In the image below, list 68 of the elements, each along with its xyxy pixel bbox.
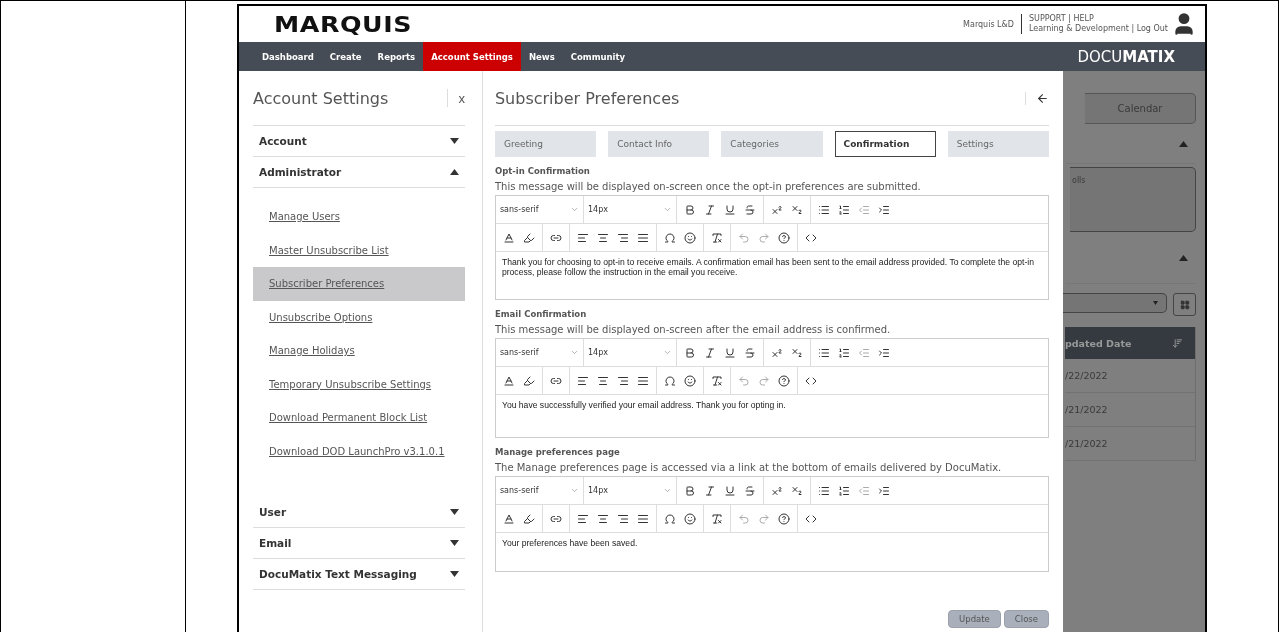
- table-cell: /22/2022: [1065, 370, 1108, 381]
- sidebar-item[interactable]: Manage Users: [253, 200, 465, 234]
- font-size-select[interactable]: 14px: [583, 205, 676, 214]
- column-header[interactable]: pdated Date: [1065, 337, 1132, 349]
- nav-item[interactable]: Reports: [369, 42, 424, 71]
- nav-item[interactable]: Community: [562, 42, 634, 71]
- sort-icon[interactable]: [1172, 337, 1183, 349]
- chevron-down-icon: [569, 205, 579, 214]
- sidebar-item[interactable]: Master Unsubscribe List: [253, 233, 465, 267]
- editor-content[interactable]: You have successfully verified your email address. Thank you for opting in.: [495, 395, 1048, 437]
- nav-item[interactable]: Create: [321, 42, 370, 71]
- caret-down-icon: [1153, 301, 1158, 305]
- caret-down-icon[interactable]: [449, 571, 459, 577]
- tab[interactable]: Settings: [947, 131, 1049, 157]
- section-header[interactable]: Administrator: [259, 166, 450, 178]
- section-header[interactable]: User: [259, 506, 450, 518]
- caret-down-icon[interactable]: [449, 540, 459, 546]
- section-heading: Opt-in Confirmation: [494, 166, 591, 176]
- tab[interactable]: Confirmation: [834, 131, 936, 157]
- table-cell: /21/2022: [1065, 404, 1108, 415]
- font-family-select[interactable]: sans-serif: [495, 486, 583, 495]
- tab[interactable]: Greeting: [494, 131, 597, 157]
- section-header[interactable]: Email: [259, 537, 450, 549]
- grid-view-icon[interactable]: [1173, 293, 1196, 316]
- tab[interactable]: Contact Info: [608, 131, 710, 157]
- support-links[interactable]: SUPPORT | HELP: [1028, 14, 1168, 24]
- chevron-down-icon: [662, 348, 672, 357]
- sidebar-item[interactable]: Unsubscribe Options: [253, 300, 465, 334]
- logo: MARQUIS: [274, 11, 412, 37]
- nav-item[interactable]: Account Settings: [423, 42, 521, 71]
- nav-item[interactable]: News: [520, 42, 563, 71]
- font-family-select[interactable]: sans-serif: [495, 348, 583, 357]
- chevron-down-icon: [569, 348, 579, 357]
- sidebar-item[interactable]: Manage Holidays: [253, 334, 465, 368]
- section-header[interactable]: DocuMatix Text Messaging: [259, 568, 450, 580]
- sidebar-item[interactable]: Subscriber Preferences: [253, 267, 465, 301]
- section-description: The Manage preferences page is accessed via a link at the bottom of emails delivered by DocuMatix.: [494, 462, 1003, 473]
- close-button[interactable]: Close: [1003, 610, 1049, 628]
- sidebar-item[interactable]: Temporary Unsubscribe Settings: [253, 367, 465, 401]
- section-description: This message will be displayed on-screen after the email address is confirmed.: [494, 324, 892, 335]
- caret-down-icon[interactable]: [449, 509, 459, 515]
- close-button[interactable]: x: [447, 89, 465, 107]
- update-button[interactable]: Update: [948, 610, 1001, 628]
- user-links[interactable]: Learning & Development | Log Out: [1028, 24, 1168, 34]
- section-heading: Manage preferences page: [494, 447, 621, 457]
- brand-logo: DOCUMATIX: [1077, 46, 1176, 68]
- font-size-select[interactable]: 14px: [583, 486, 676, 495]
- section-description: This message will be displayed on-screen once the opt-in preferences are submitted.: [494, 181, 922, 192]
- chevron-down-icon: [662, 205, 672, 214]
- back-arrow-icon[interactable]: [1025, 91, 1049, 105]
- section-header[interactable]: Account: [259, 135, 450, 147]
- section-heading: Email Confirmation: [494, 309, 588, 319]
- font-family-select[interactable]: sans-serif: [495, 205, 583, 214]
- account-name: Marquis L&D: [963, 14, 1022, 34]
- caret-up-icon[interactable]: [449, 169, 459, 175]
- panel-title: Subscriber Preferences: [494, 88, 681, 108]
- nav-item[interactable]: Dashboard: [254, 42, 322, 71]
- chevron-down-icon: [569, 486, 579, 495]
- sidebar-item[interactable]: Download DOD LaunchPro v3.1.0.1: [253, 434, 465, 468]
- tab[interactable]: Categories: [721, 131, 823, 157]
- sidebar-title: Account Settings: [253, 88, 390, 108]
- editor-content[interactable]: Your preferences have been saved.: [495, 533, 1048, 571]
- chevron-down-icon: [662, 486, 672, 495]
- caret-down-icon[interactable]: [449, 138, 459, 144]
- font-size-select[interactable]: 14px: [583, 348, 676, 357]
- editor-content[interactable]: Thank you for choosing to opt-in to receive emails. A confirmation email has been sent to the email address provided. To complete the opt-in process, please follow the instruction in the email you receive.: [495, 252, 1048, 299]
- sidebar-item[interactable]: Download Permanent Block List: [253, 401, 465, 435]
- table-cell: /21/2022: [1065, 438, 1108, 449]
